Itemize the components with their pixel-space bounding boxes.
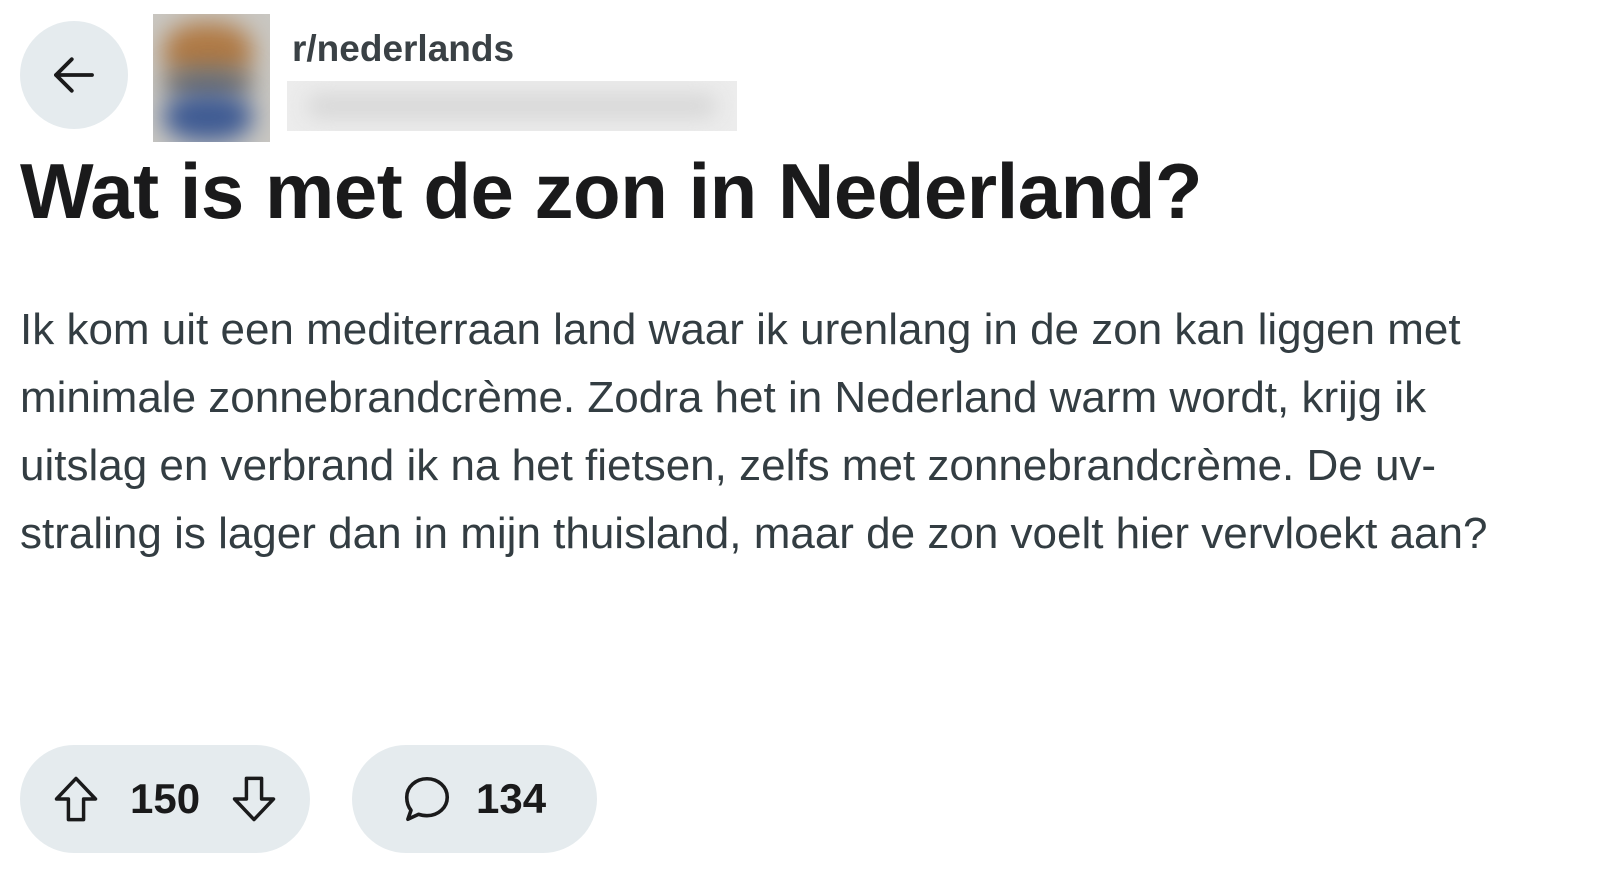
- subreddit-avatar[interactable]: [153, 14, 270, 142]
- arrow-down-icon: [232, 776, 276, 822]
- downvote-button[interactable]: [226, 771, 282, 827]
- post-body: Ik kom uit een mediterraan land waar ik …: [20, 305, 1488, 558]
- redacted-author-info: [287, 81, 737, 131]
- vote-bar: 150: [20, 745, 310, 853]
- comments-button[interactable]: 134: [352, 745, 597, 853]
- speech-bubble-icon: [404, 776, 450, 822]
- back-button[interactable]: [20, 21, 128, 129]
- subreddit-name[interactable]: r/nederlands: [292, 28, 514, 70]
- upvote-button[interactable]: [48, 771, 104, 827]
- vote-count: 150: [130, 775, 201, 822]
- post-title: Wat is met de zon in Nederland?: [20, 147, 1203, 235]
- arrow-up-icon: [54, 776, 98, 822]
- post-actions: 150 134: [20, 745, 597, 853]
- arrow-left-icon: [54, 57, 94, 93]
- comment-count: 134: [476, 775, 547, 822]
